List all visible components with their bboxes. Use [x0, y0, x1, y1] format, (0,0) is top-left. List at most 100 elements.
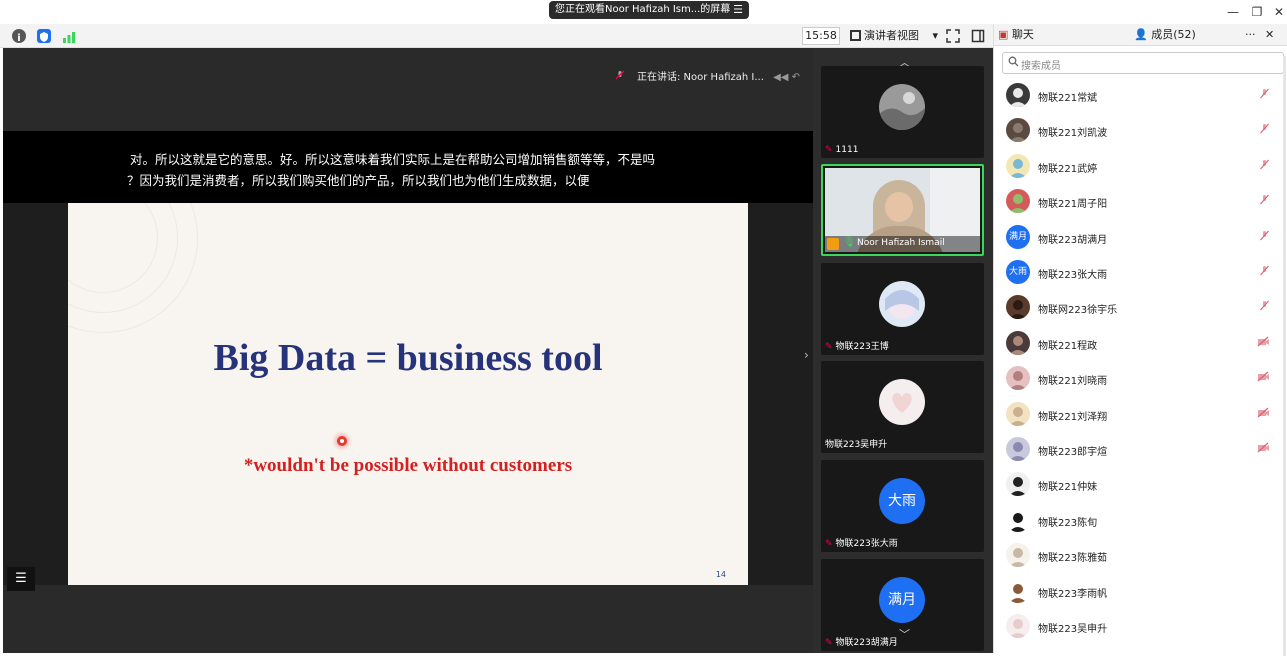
member-name: 物联223李雨帆 [1038, 588, 1108, 600]
member-name: 物联223张大雨 [1038, 270, 1108, 281]
member-name: 物联223胡满月 [1038, 234, 1108, 246]
participant-name: ✎ 物联223胡满月 [825, 638, 898, 648]
restore-button[interactable]: ❐ [1249, 4, 1265, 20]
member-list-item[interactable]: 物联223吴申升 [994, 609, 1287, 644]
camera-feed: 🎙 Noor Hafizah Ismail [825, 168, 980, 252]
member-avatar [1006, 366, 1030, 391]
participant-initials: 满月 [879, 577, 925, 623]
view-mode-button[interactable]: 演讲者视图 ▾ [850, 27, 938, 45]
tab-chat-label: 聊天 [1011, 28, 1034, 41]
member-list-item[interactable]: 物联221刘泽翔 [994, 397, 1287, 432]
member-avatar [1006, 295, 1030, 320]
participant-name: Noor Hafizah Ismail [857, 238, 945, 248]
participant-name: ✎ 物联223王博 [825, 342, 889, 352]
shared-screen-stage: 正在讲话: Noor Hafizah I... ◀◀ ↶ 对。所以这就是它的意思… [3, 48, 813, 653]
member-name: 物联223陈雅茹 [1038, 553, 1108, 565]
signal-strength-icon[interactable] [62, 29, 76, 43]
video-tile[interactable]: 大雨 ✎ 物联223张大雨 [821, 460, 984, 552]
participant-initials: 大雨 [879, 478, 925, 524]
title-bar: 您正在观看Noor Hafizah Ism...的屏幕 ☰ — ❐ ✕ [0, 0, 1287, 24]
tab-members[interactable]: 👤 成员(52) [1134, 24, 1196, 46]
member-avatar [1006, 543, 1030, 568]
participant-name: ✎ 1111 [825, 145, 859, 155]
mic-on-icon: 🎙 [843, 237, 856, 248]
member-avatar [1006, 83, 1030, 107]
share-menu-icon[interactable]: ☰ [733, 1, 743, 19]
member-name: 物联221仲妹 [1038, 482, 1098, 494]
camera-off-icon [1257, 371, 1270, 385]
split-view-icon[interactable] [971, 28, 985, 43]
member-list-item[interactable]: 物联223陈旬 [994, 503, 1287, 538]
member-list-item[interactable]: 物联221武婷 [994, 149, 1287, 184]
chevron-down-icon: ▾ [932, 29, 939, 42]
fullscreen-icon[interactable] [946, 28, 960, 43]
member-name: 物联221刘凯波 [1038, 128, 1108, 140]
side-panel-tabs: ▣ 聊天 👤 成员(52) ··· ✕ [994, 24, 1287, 46]
member-name: 物联网223徐宇乐 [1038, 305, 1118, 317]
info-icon[interactable]: i [12, 29, 26, 44]
close-button[interactable]: ✕ [1271, 4, 1287, 20]
minimize-button[interactable]: — [1225, 4, 1241, 20]
video-tile[interactable]: ✎ 物联223王博 [821, 263, 984, 355]
member-list-item[interactable]: 物联网223徐宇乐 [994, 290, 1287, 325]
mic-off-icon [615, 70, 625, 80]
caption-line: 对。所以这就是它的意思。好。所以这意味着我们实际上是在帮助公司增加销售额等等，不… [130, 152, 656, 167]
video-tile[interactable]: 物联223吴申升 [821, 361, 984, 453]
member-name: 物联223吴申升 [1038, 624, 1108, 635]
mic-off-icon [1259, 88, 1270, 102]
member-avatar [1006, 437, 1030, 461]
member-avatar [1006, 614, 1030, 638]
slide-page-number: 14 [715, 570, 726, 579]
meeting-toolbar: i 15:58 演讲者视图 ▾ [0, 24, 993, 48]
member-avatar [1006, 189, 1030, 214]
mic-off-icon [1259, 300, 1270, 314]
member-list-item[interactable]: 物联221刘晓雨 [994, 361, 1287, 396]
member-list-item[interactable]: 物联221周子阳 [994, 184, 1287, 219]
presentation-slide: Big Data = business tool *wouldn't be po… [68, 203, 748, 585]
participant-name: ✎ 物联223张大雨 [825, 539, 898, 549]
close-panel-button[interactable]: ✕ [1265, 24, 1274, 46]
participant-avatar [879, 84, 925, 130]
list-icon[interactable]: ☰ [7, 567, 35, 591]
shield-icon[interactable] [37, 29, 51, 43]
member-list-item[interactable]: 物联221仲妹 [994, 467, 1287, 502]
camera-off-icon [1257, 407, 1270, 421]
active-speaker-indicator: 正在讲话: Noor Hafizah I... ◀◀ ↶ [615, 68, 800, 83]
more-options-button[interactable]: ··· [1245, 24, 1256, 46]
annotation-arrow-icon[interactable]: ◀◀ ↶ [773, 72, 800, 83]
member-avatar [1006, 118, 1030, 143]
member-list-item[interactable]: 物联223郎宇煊 [994, 432, 1287, 467]
member-name: 物联221武婷 [1038, 163, 1098, 175]
tab-chat[interactable]: ▣ 聊天 [998, 24, 1034, 46]
member-list-item[interactable]: 物联223陈雅茹 [994, 538, 1287, 573]
slide-subtitle: *wouldn't be possible without customers [243, 455, 573, 476]
member-avatar [1006, 578, 1030, 603]
chat-icon: ▣ [998, 28, 1009, 41]
member-name: 物联221程政 [1038, 340, 1098, 352]
mic-off-icon [1259, 194, 1270, 208]
scroll-down-icon[interactable]: ﹀ [899, 626, 910, 642]
member-list-item[interactable]: 物联221常斌 [994, 78, 1287, 113]
search-icon [1008, 56, 1019, 70]
collapse-video-panel-icon[interactable]: › [804, 348, 809, 362]
member-list-item[interactable]: 物联223李雨帆 [994, 574, 1287, 609]
participant-avatar [879, 281, 925, 327]
member-list-scrollbar[interactable] [1283, 56, 1286, 656]
live-captions: 对。所以这就是它的意思。好。所以这意味着我们实际上是在帮助公司增加销售额等等，不… [3, 131, 813, 203]
member-list-item[interactable]: 物联221程政 [994, 326, 1287, 361]
stage-footer [3, 585, 813, 653]
member-list-item[interactable]: 大雨 物联223张大雨 [994, 255, 1287, 290]
member-name: 物联221周子阳 [1038, 199, 1108, 211]
member-list-item[interactable]: 物联221刘凯波 [994, 113, 1287, 148]
member-avatar: 满月 [1006, 224, 1030, 249]
member-list-item[interactable]: 满月 物联223胡满月 [994, 220, 1287, 255]
screen-share-indicator[interactable]: 您正在观看Noor Hafizah Ism...的屏幕 ☰ [549, 1, 749, 19]
member-avatar [1006, 153, 1030, 178]
members-icon: 👤 [1134, 28, 1148, 41]
video-tile-active-speaker[interactable]: 🎙 Noor Hafizah Ismail [821, 164, 984, 256]
member-search-input[interactable]: 搜索成员 [1002, 52, 1284, 74]
video-gallery: ︿ ✎1111 🎙 Noor Hafizah Ismail ✎物联223王博 [813, 48, 993, 653]
video-tile[interactable]: ✎ 1111 [821, 66, 984, 158]
member-name: 物联223郎宇煊 [1038, 447, 1108, 458]
search-placeholder: 搜索成员 [1021, 61, 1061, 72]
